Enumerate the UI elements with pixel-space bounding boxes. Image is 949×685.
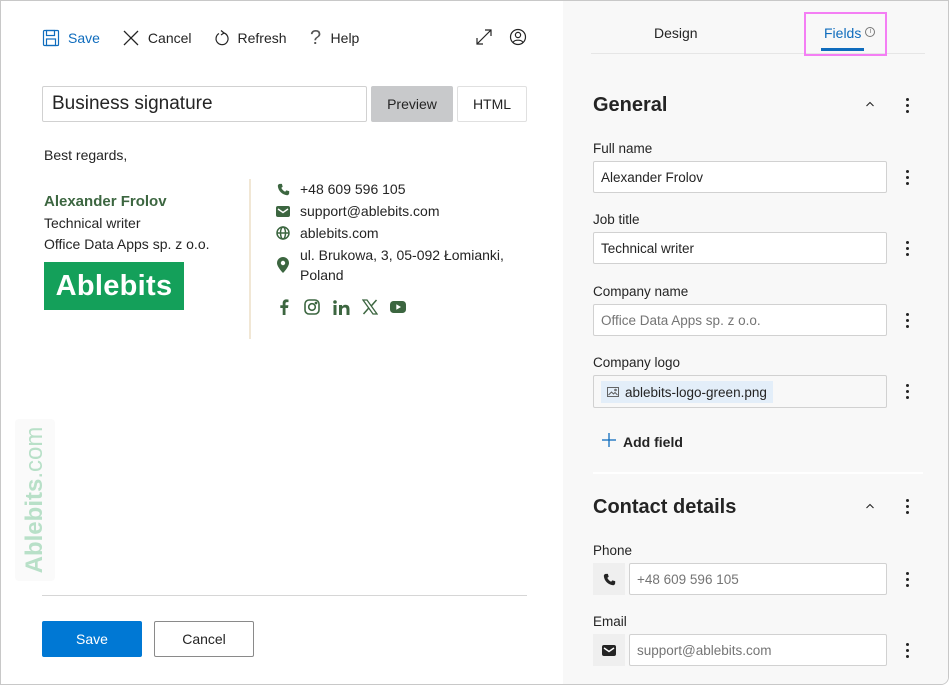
toolbar: Save Cancel Refresh ? Help <box>42 25 527 51</box>
signature-greeting: Best regards, <box>44 147 128 163</box>
toolbar-refresh-label: Refresh <box>237 30 287 46</box>
signature-email-row: support@ablebits.com <box>276 201 534 221</box>
job-title-label: Job title <box>593 212 640 227</box>
contact-section-title: Contact details <box>593 495 737 518</box>
signature-website-row: ablebits.com <box>276 223 534 243</box>
contact-more-icon[interactable] <box>899 496 915 516</box>
toolbar-help-button[interactable]: ? Help <box>309 26 360 50</box>
html-tab-button[interactable]: HTML <box>457 86 527 122</box>
contact-section-header: Contact details <box>593 492 913 522</box>
job-title-input[interactable] <box>593 232 887 264</box>
signature-editor-window: Save Cancel Refresh ? Help Business sign… <box>0 0 949 685</box>
toolbar-save-label: Save <box>68 30 100 46</box>
facebook-icon[interactable] <box>276 299 292 315</box>
signature-address: ul. Brukowa, 3, 05-092 Łomianki, Poland <box>300 247 504 283</box>
signature-company: Office Data Apps sp. z o.o. <box>44 236 210 252</box>
active-tab-indicator <box>821 48 864 51</box>
company-name-input[interactable] <box>593 304 887 336</box>
ablebits-watermark: Ablebits.com <box>15 419 55 581</box>
preview-tab-button[interactable]: Preview <box>371 86 453 122</box>
save-icon <box>42 29 60 47</box>
editor-pane: Save Cancel Refresh ? Help Business sign… <box>1 1 563 684</box>
full-name-more-icon[interactable] <box>899 167 915 187</box>
phone-icon <box>276 179 290 199</box>
instagram-icon[interactable] <box>304 299 320 315</box>
tab-design[interactable]: Design <box>654 25 698 41</box>
phone-input[interactable] <box>629 563 887 595</box>
expand-icon[interactable] <box>475 28 493 49</box>
footer-divider <box>42 595 527 596</box>
email-field-icon <box>593 634 625 666</box>
add-field-button[interactable]: Add field <box>601 432 683 451</box>
general-more-icon[interactable] <box>899 95 915 115</box>
cancel-button[interactable]: Cancel <box>154 621 254 657</box>
toolbar-cancel-label: Cancel <box>147 30 192 46</box>
x-twitter-icon[interactable] <box>362 299 378 315</box>
fields-panel: Design Fieldsi General Full name Job tit… <box>563 1 948 684</box>
watermark-suffix: .com <box>21 426 48 479</box>
toolbar-refresh-button[interactable]: Refresh <box>214 29 287 47</box>
logo-file-chip[interactable]: ablebits-logo-green.png <box>601 381 773 403</box>
email-icon <box>276 201 290 221</box>
phone-field-icon <box>593 563 625 595</box>
youtube-icon[interactable] <box>390 299 406 315</box>
phone-more-icon[interactable] <box>899 569 915 589</box>
account-icon[interactable] <box>509 28 527 49</box>
collapse-general-icon[interactable] <box>865 96 875 112</box>
linkedin-icon[interactable] <box>332 299 350 315</box>
signature-divider <box>249 179 251 339</box>
signature-job-title: Technical writer <box>44 215 141 231</box>
full-name-input[interactable] <box>593 161 887 193</box>
toolbar-cancel-button[interactable]: Cancel <box>122 29 192 47</box>
signature-address-row: ul. Brukowa, 3, 05-092 Łomianki, Poland <box>276 245 534 285</box>
email-label: Email <box>593 614 627 629</box>
section-separator <box>593 472 923 474</box>
company-logo-more-icon[interactable] <box>899 381 915 401</box>
company-logo-field[interactable]: ablebits-logo-green.png <box>593 375 887 408</box>
general-section-header: General <box>593 90 913 120</box>
logo-file-name: ablebits-logo-green.png <box>625 384 767 400</box>
signature-email[interactable]: support@ablebits.com <box>300 201 440 221</box>
signature-name-row: Preview HTML <box>42 86 527 122</box>
help-icon: ? <box>309 26 322 49</box>
add-field-label: Add field <box>623 433 683 450</box>
signature-phone: +48 609 596 105 <box>300 181 406 197</box>
toolbar-help-label: Help <box>330 30 360 46</box>
signature-name: Alexander Frolov <box>44 193 167 210</box>
panel-tabs: Design Fields i <box>591 11 925 54</box>
watermark-brand: Ablebits <box>21 478 48 574</box>
image-icon <box>607 385 619 400</box>
plus-icon <box>601 432 617 451</box>
email-input[interactable] <box>629 634 887 666</box>
social-links <box>276 299 534 315</box>
info-icon[interactable]: i <box>865 27 876 37</box>
tab-fields[interactable]: Fields i <box>824 25 876 41</box>
signature-preview: Best regards, Alexander Frolov Technical… <box>44 147 534 339</box>
save-button[interactable]: Save <box>42 621 142 657</box>
full-name-label: Full name <box>593 141 653 156</box>
globe-icon <box>276 223 290 243</box>
signature-phone-row: +48 609 596 105 <box>276 179 534 199</box>
toolbar-save-button[interactable]: Save <box>42 29 100 47</box>
collapse-contact-icon[interactable] <box>865 498 875 514</box>
company-name-label: Company name <box>593 284 689 299</box>
email-more-icon[interactable] <box>899 640 915 660</box>
signature-website[interactable]: ablebits.com <box>300 223 379 243</box>
location-icon <box>276 245 290 285</box>
general-section-title: General <box>593 93 668 116</box>
company-logo: Ablebits <box>44 262 184 310</box>
company-name-more-icon[interactable] <box>899 310 915 330</box>
signature-name-input[interactable] <box>42 86 367 122</box>
phone-label: Phone <box>593 543 633 558</box>
close-icon <box>122 29 140 47</box>
tab-fields-label: Fields <box>824 25 862 41</box>
job-title-more-icon[interactable] <box>899 238 915 258</box>
company-logo-label: Company logo <box>593 355 681 370</box>
refresh-icon <box>214 29 230 47</box>
